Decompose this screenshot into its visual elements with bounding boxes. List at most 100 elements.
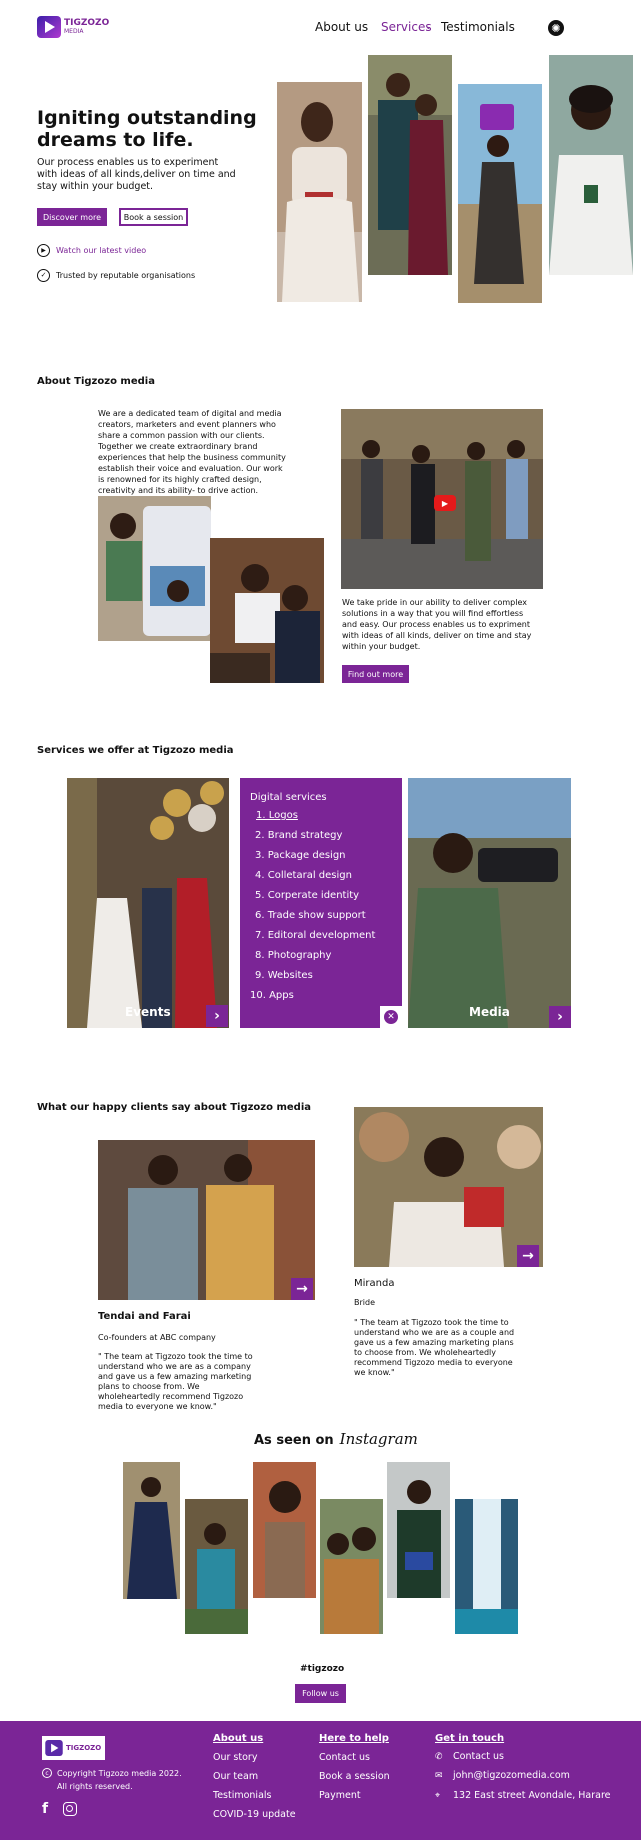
- instagram-photo-2[interactable]: [185, 1499, 248, 1634]
- footer-col-about-title[interactable]: About us: [213, 1733, 263, 1744]
- check-circle-icon: ✓: [37, 268, 50, 282]
- footer-link[interactable]: COVID-19 update: [213, 1809, 296, 1820]
- service-item[interactable]: 4. Colletaral design: [255, 870, 352, 881]
- instagram-photo-4[interactable]: [320, 1499, 383, 1634]
- hero-title-line1: Igniting outstanding: [37, 107, 257, 129]
- testimonial1-quote: " The team at Tigzozo took the time to u…: [98, 1352, 253, 1411]
- header: TIGZOZO MEDIA About us Services ⌄ Testim…: [0, 0, 641, 55]
- instagram-photo-3[interactable]: [253, 1462, 316, 1598]
- nav-testimonials[interactable]: Testimonials: [441, 20, 515, 34]
- facebook-icon[interactable]: f: [42, 1801, 48, 1817]
- hero-photo-couple: [368, 55, 452, 275]
- book-session-button[interactable]: Book a session: [119, 208, 188, 226]
- trusted-row: ✓ Trusted by reputable organisations: [37, 268, 195, 282]
- copyright-text: Copyright Tigzozo media 2022.: [57, 1768, 182, 1778]
- theme-toggle-icon[interactable]: ✺: [548, 20, 564, 36]
- service-item[interactable]: 6. Trade show support: [255, 910, 366, 921]
- testimonial2-quote: " The team at Tigzozo took the time to u…: [354, 1318, 515, 1377]
- hashtag: #tigzozo: [300, 1664, 345, 1674]
- instagram-photo-5[interactable]: [387, 1462, 450, 1598]
- hero-body: Our process enables us to experiment wit…: [37, 157, 236, 192]
- service-item[interactable]: 1. Logos: [256, 810, 298, 821]
- service-item[interactable]: 2. Brand strategy: [255, 830, 342, 841]
- instagram-heading: As seen on Instagram: [254, 1430, 418, 1448]
- footer-link[interactable]: Contact us: [319, 1752, 370, 1763]
- find-out-more-button[interactable]: Find out more: [342, 665, 409, 683]
- instagram-heading-script: Instagram: [339, 1430, 418, 1448]
- nav-about-us[interactable]: About us: [315, 20, 368, 34]
- about-photo-kids: [98, 496, 211, 641]
- footer-email-row[interactable]: ✉ john@tigzozomedia.com: [435, 1770, 570, 1781]
- service-item[interactable]: 5. Corperate identity: [255, 890, 359, 901]
- service-card-media[interactable]: Media ›: [408, 778, 571, 1028]
- chevron-down-icon[interactable]: ⌄: [425, 22, 432, 31]
- footer-contact-label: Contact us: [453, 1751, 504, 1762]
- footer-link[interactable]: Testimonials: [213, 1790, 271, 1801]
- about-heading: About Tigzozo media: [37, 376, 155, 387]
- events-label: Events: [125, 1005, 171, 1019]
- instagram-icon[interactable]: [63, 1802, 77, 1816]
- copyright-icon: c: [42, 1768, 52, 1778]
- footer: TIGZOZO c Copyright Tigzozo media 2022. …: [0, 1721, 641, 1840]
- testimonial2-name: Miranda: [354, 1278, 395, 1289]
- logo[interactable]: TIGZOZO MEDIA: [37, 16, 110, 38]
- service-item[interactable]: 8. Photography: [255, 950, 331, 961]
- hero-photo-child-bucket: [458, 84, 542, 303]
- testimonial2-role: Bride: [354, 1298, 375, 1307]
- footer-col-contact-title[interactable]: Get in touch: [435, 1733, 504, 1744]
- footer-link[interactable]: Our story: [213, 1752, 257, 1763]
- testimonials-heading: What our happy clients say about Tigzozo…: [37, 1102, 311, 1113]
- instagram-photo-6[interactable]: [455, 1499, 518, 1634]
- services-heading: Services we offer at Tigzozo media: [37, 745, 234, 756]
- phone-icon: ✆: [435, 1751, 443, 1762]
- mail-icon: ✉: [435, 1770, 443, 1781]
- footer-col-help-title[interactable]: Here to help: [319, 1733, 389, 1744]
- service-item[interactable]: 7. Editoral development: [255, 930, 375, 941]
- footer-contact-row[interactable]: ✆ Contact us: [435, 1751, 504, 1762]
- footer-link[interactable]: Payment: [319, 1790, 361, 1801]
- events-arrow-button[interactable]: ›: [206, 1005, 228, 1027]
- service-item[interactable]: 10. Apps: [250, 990, 294, 1001]
- watch-video-label: Watch our latest video: [56, 245, 147, 255]
- testimonial2-arrow-button[interactable]: →: [517, 1245, 539, 1267]
- testimonial-photo-miranda: →: [354, 1107, 543, 1267]
- footer-logo[interactable]: TIGZOZO: [42, 1736, 105, 1760]
- copyright-row: c Copyright Tigzozo media 2022.: [42, 1768, 182, 1778]
- logo-sub: MEDIA: [64, 28, 84, 35]
- digital-services-title: Digital services: [250, 792, 327, 803]
- about-video[interactable]: ▶: [341, 409, 543, 589]
- close-icon[interactable]: ✕: [380, 1006, 402, 1028]
- footer-email: john@tigzozomedia.com: [453, 1770, 570, 1781]
- about-intro: We are a dedicated team of digital and m…: [98, 409, 286, 495]
- instagram-photo-1[interactable]: [123, 1462, 180, 1599]
- about-photo-office: [210, 538, 324, 683]
- service-card-digital: Digital services 1. Logos 2. Brand strat…: [240, 778, 402, 1028]
- service-item[interactable]: 9. Websites: [255, 970, 313, 981]
- footer-logo-text: TIGZOZO: [66, 1744, 102, 1752]
- testimonial-photo-tendai-farai: →: [98, 1140, 315, 1300]
- about-pride: We take pride in our ability to deliver …: [342, 598, 532, 651]
- logo-text: TIGZOZO: [64, 18, 110, 28]
- hero-photo-student: [549, 55, 633, 275]
- footer-link[interactable]: Book a session: [319, 1771, 390, 1782]
- watch-video-link[interactable]: ▶ Watch our latest video: [37, 243, 146, 257]
- service-card-events[interactable]: Events ›: [67, 778, 229, 1028]
- hero-title-line2: dreams to life.: [37, 129, 194, 151]
- location-pin-icon: ⌖: [435, 1790, 441, 1801]
- play-circle-icon: ▶: [37, 243, 50, 257]
- hero-title: Igniting outstanding dreams to life.: [37, 107, 287, 151]
- footer-address: 132 East street Avondale, Harare: [453, 1790, 611, 1801]
- follow-us-button[interactable]: Follow us: [295, 1684, 346, 1703]
- trusted-label: Trusted by reputable organisations: [56, 270, 196, 280]
- media-arrow-button[interactable]: ›: [549, 1006, 571, 1028]
- media-label: Media: [469, 1005, 510, 1019]
- service-item[interactable]: 3. Package design: [255, 850, 346, 861]
- instagram-heading-prefix: As seen on: [254, 1433, 334, 1448]
- footer-link[interactable]: Our team: [213, 1771, 258, 1782]
- footer-address-row: ⌖ 132 East street Avondale, Harare: [435, 1790, 610, 1801]
- testimonial1-role: Co-founders at ABC company: [98, 1333, 216, 1342]
- discover-more-button[interactable]: Discover more: [37, 208, 107, 226]
- testimonial1-arrow-button[interactable]: →: [291, 1278, 313, 1300]
- hero-photo-bride: [277, 82, 362, 302]
- youtube-play-icon[interactable]: ▶: [434, 495, 456, 511]
